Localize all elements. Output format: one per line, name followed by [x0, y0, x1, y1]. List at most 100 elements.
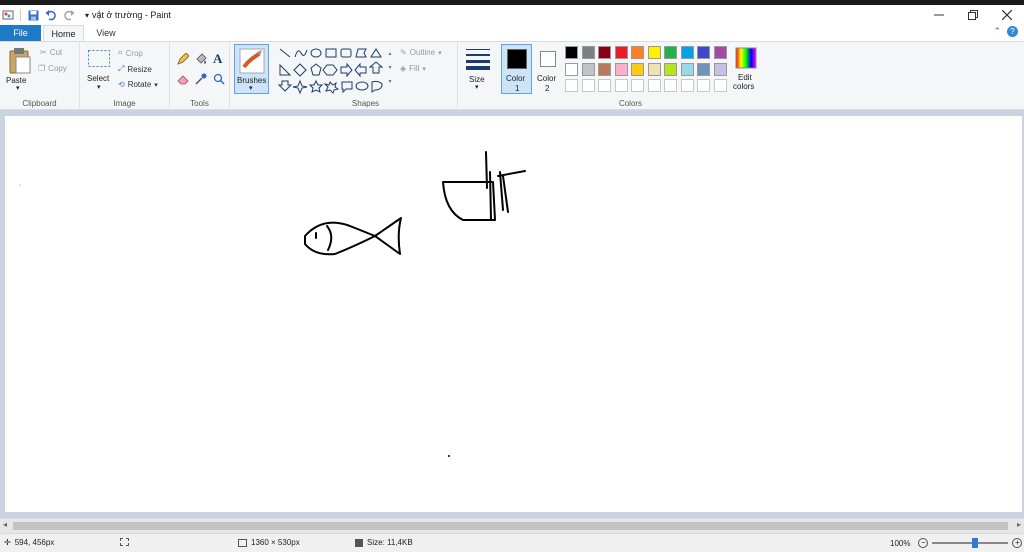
palette-color-swatch[interactable] [614, 46, 628, 59]
tools-group-label: Tools [190, 99, 209, 108]
palette-color-swatch[interactable] [647, 62, 661, 76]
horizontal-scrollbar[interactable]: ◂ ▸ [0, 518, 1024, 533]
brushes-dropdown-icon: ▾ [249, 85, 253, 92]
tools-group: A Tools [170, 42, 230, 110]
paste-button[interactable]: Paste ▾ [4, 45, 34, 93]
color1-swatch [507, 49, 527, 69]
rotate-button[interactable]: ⟲ Rotate ▾ [118, 80, 158, 89]
selection-size [120, 538, 129, 546]
select-dropdown-icon: ▾ [97, 84, 101, 91]
size-button[interactable]: Size ▾ [462, 45, 494, 95]
palette-color-swatch[interactable] [697, 62, 710, 76]
redo-icon[interactable] [63, 9, 75, 21]
quick-access-toolbar: ▾ [0, 9, 100, 21]
palette-color-swatch[interactable] [598, 79, 611, 92]
collapse-ribbon-icon[interactable]: ⌃ [993, 26, 1001, 37]
palette-color-swatch[interactable] [680, 62, 694, 76]
text-tool-icon[interactable]: A [213, 51, 222, 67]
palette-color-swatch[interactable] [680, 79, 694, 92]
brush-icon [239, 48, 265, 74]
scroll-left-icon[interactable]: ◂ [3, 520, 7, 529]
scroll-right-icon[interactable]: ▸ [1017, 520, 1021, 529]
line-size-icon [466, 49, 490, 70]
palette-color-swatch[interactable] [565, 79, 578, 92]
magnifier-icon[interactable] [213, 73, 225, 85]
palette-color-swatch[interactable] [581, 46, 595, 59]
color-picker-icon[interactable] [195, 73, 207, 85]
tab-file[interactable]: File [0, 25, 41, 41]
palette-color-swatch[interactable] [631, 79, 644, 92]
plant-stem-drawing [485, 151, 526, 221]
palette-color-swatch[interactable] [614, 62, 628, 76]
palette-color-swatch[interactable] [614, 79, 628, 92]
rotate-icon: ⟲ [118, 80, 125, 89]
crop-button[interactable]: ⌗ Crop [118, 48, 143, 58]
color2-button[interactable]: Color 2 [535, 44, 563, 94]
help-icon[interactable]: ? [1007, 26, 1018, 37]
tab-view[interactable]: View [86, 25, 126, 41]
zoom-in-icon[interactable]: + [1012, 538, 1023, 548]
shapes-scroll[interactable]: ▴ ▾ ▾ [386, 47, 394, 91]
paint-app-icon[interactable] [2, 9, 14, 21]
drawing-canvas[interactable] [5, 116, 1022, 512]
image-group-label: Image [113, 99, 136, 108]
minimize-button[interactable] [922, 5, 956, 25]
window-controls [922, 5, 1024, 25]
image-dimensions-value: 1360 × 530px [251, 538, 300, 547]
edit-colors-button[interactable]: Edit colors [729, 44, 763, 94]
cut-label: Cut [49, 48, 63, 57]
copy-button[interactable]: ❐ Copy [38, 64, 67, 73]
palette-color-swatch[interactable] [647, 79, 661, 92]
close-button[interactable] [990, 5, 1024, 25]
palette-color-swatch[interactable] [631, 62, 644, 76]
title-bar: ▾ vật ở trường - Paint [0, 5, 1024, 25]
resize-button[interactable]: ⤢ Resize [118, 64, 152, 74]
palette-color-swatch[interactable] [581, 79, 595, 92]
zoom-slider-thumb[interactable] [972, 538, 979, 548]
edit-colors-label-2: colors [733, 82, 755, 91]
fill-button[interactable]: ◈ Fill ▾ [400, 64, 426, 73]
color1-number: 1 [515, 84, 520, 93]
pencil-icon[interactable] [177, 53, 189, 65]
palette-color-swatch[interactable] [680, 46, 694, 59]
palette-color-swatch[interactable] [664, 46, 677, 59]
outline-button[interactable]: ✎ Outline ▾ [400, 48, 442, 57]
copy-icon: ❐ [38, 64, 46, 73]
zoom-slider[interactable] [932, 538, 1009, 548]
palette-color-swatch[interactable] [598, 46, 611, 59]
colors-group: Edit colors Colors [563, 42, 763, 110]
shapes-gallery[interactable] [278, 47, 394, 95]
select-button[interactable]: Select ▾ [84, 46, 114, 92]
restore-button[interactable] [956, 5, 990, 25]
tab-home[interactable]: Home [43, 25, 84, 41]
edit-colors-label-1: Edit [738, 73, 752, 82]
palette-color-swatch[interactable] [697, 79, 710, 92]
palette-color-swatch[interactable] [713, 62, 727, 76]
palette-color-swatch[interactable] [697, 46, 710, 59]
palette-color-swatch[interactable] [713, 46, 727, 59]
color1-button[interactable]: Color 1 [501, 44, 532, 94]
image-dimensions: 1360 × 530px [238, 538, 300, 547]
palette-color-swatch[interactable] [713, 79, 727, 92]
status-bar: ✛ 594, 456px 1360 × 530px Size: 11,4KB 1… [0, 533, 1024, 552]
palette-color-swatch[interactable] [598, 62, 611, 76]
undo-icon[interactable] [45, 9, 57, 21]
scrollbar-thumb[interactable] [13, 522, 1008, 530]
palette-color-swatch[interactable] [664, 79, 677, 92]
zoom-out-icon[interactable]: − [918, 538, 929, 548]
select-label: Select [87, 74, 110, 83]
eraser-icon[interactable] [177, 73, 189, 85]
palette-color-swatch[interactable] [581, 62, 595, 76]
palette-color-swatch[interactable] [647, 46, 661, 59]
palette-color-swatch[interactable] [631, 46, 644, 59]
cut-button[interactable]: ✂ Cut [40, 48, 62, 57]
fill-bucket-icon[interactable] [195, 53, 207, 65]
brushes-button[interactable]: Brushes ▾ [234, 44, 269, 94]
window-title: vật ở trường - Paint [92, 10, 171, 20]
colors-group-label: Colors [618, 99, 643, 108]
resize-label: Resize [127, 64, 152, 74]
palette-color-swatch[interactable] [565, 46, 578, 59]
palette-color-swatch[interactable] [565, 62, 578, 76]
save-icon[interactable] [27, 9, 39, 21]
palette-color-swatch[interactable] [664, 62, 677, 76]
